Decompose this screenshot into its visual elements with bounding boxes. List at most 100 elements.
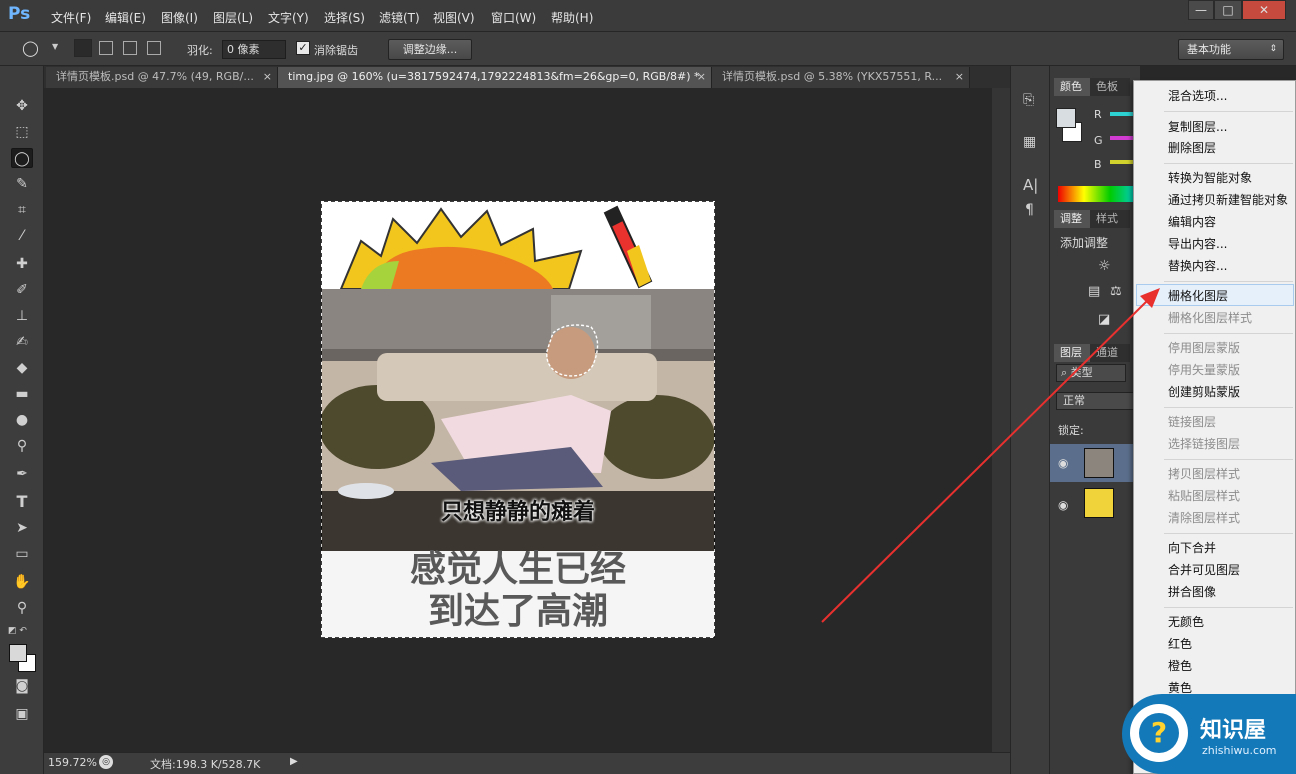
menu-view[interactable]: 视图(V) bbox=[433, 9, 475, 26]
menu-filter[interactable]: 滤镜(T) bbox=[379, 9, 420, 26]
tab-template-5[interactable]: 详情页模板.psd @ 5.38% (YKX57551, R... × bbox=[712, 67, 970, 88]
menu-item-copy-layer-style[interactable]: 拷贝图层样式 bbox=[1168, 465, 1240, 482]
menu-item-select-linked-layers[interactable]: 选择链接图层 bbox=[1168, 435, 1240, 452]
stamp-tool-icon[interactable]: ⊥ bbox=[11, 306, 33, 326]
lasso-preset-icon[interactable]: ◯ bbox=[22, 39, 39, 57]
antialias-checkbox[interactable]: ✓ bbox=[296, 41, 310, 55]
intersect-selection-icon[interactable] bbox=[147, 41, 161, 55]
tab-timg[interactable]: timg.jpg @ 160% (u=3817592474,1792224813… bbox=[278, 67, 712, 88]
minimize-button[interactable]: — bbox=[1188, 0, 1214, 20]
color-spectrum[interactable] bbox=[1058, 186, 1136, 202]
foreground-color-swatch[interactable] bbox=[9, 644, 27, 662]
tab-adjustments[interactable]: 调整 bbox=[1054, 210, 1090, 228]
menu-item-paste-layer-style[interactable]: 粘贴图层样式 bbox=[1168, 487, 1240, 504]
info-icon[interactable]: ◎ bbox=[99, 755, 113, 769]
shape-tool-icon[interactable]: ▭ bbox=[11, 544, 33, 564]
menu-separator bbox=[1164, 333, 1293, 334]
menu-item-no-color[interactable]: 无颜色 bbox=[1168, 613, 1204, 630]
zoom-tool-icon[interactable]: ⚲ bbox=[11, 598, 33, 618]
maximize-button[interactable]: □ bbox=[1214, 0, 1242, 20]
eraser-tool-icon[interactable]: ◆ bbox=[11, 358, 33, 378]
pen-tool-icon[interactable]: ✒ bbox=[11, 464, 33, 484]
close-icon[interactable]: × bbox=[697, 67, 706, 87]
tab-label: 详情页模板.psd @ 47.7% (49, RGB/... bbox=[56, 70, 254, 83]
hand-tool-icon[interactable]: ✋ bbox=[11, 572, 33, 592]
move-tool-icon[interactable]: ✥ bbox=[11, 96, 33, 116]
tab-styles[interactable]: 样式 bbox=[1090, 210, 1130, 228]
play-icon[interactable]: ▶ bbox=[290, 756, 298, 767]
g-slider[interactable] bbox=[1110, 136, 1134, 140]
menu-item-merge-down[interactable]: 向下合并 bbox=[1168, 539, 1216, 556]
quick-select-tool-icon[interactable]: ✎ bbox=[11, 174, 33, 194]
add-adjustment-title: 添加调整 bbox=[1060, 236, 1109, 250]
r-slider[interactable] bbox=[1110, 112, 1134, 116]
b-label: B bbox=[1094, 158, 1102, 171]
crop-tool-icon[interactable]: ⌗ bbox=[11, 200, 33, 220]
menu-item-red[interactable]: 红色 bbox=[1168, 635, 1192, 652]
close-icon[interactable]: × bbox=[955, 67, 964, 87]
3d-icon[interactable]: ▦ bbox=[1023, 134, 1036, 150]
menu-item-rasterize-layer[interactable]: 栅格化图层 bbox=[1168, 287, 1228, 304]
menu-separator bbox=[1164, 459, 1293, 460]
brush-tool-icon[interactable]: ✐ bbox=[11, 280, 33, 300]
menu-help[interactable]: 帮助(H) bbox=[551, 9, 593, 26]
menu-item-merge-visible[interactable]: 合并可见图层 bbox=[1168, 561, 1240, 578]
screen-mode-icon[interactable]: ▣ bbox=[11, 704, 33, 724]
workspace-select[interactable]: 基本功能 ⇕ bbox=[1178, 39, 1284, 60]
menu-item-disable-vector-mask[interactable]: 停用矢量蒙版 bbox=[1168, 361, 1240, 378]
menu-item-new-smart-object-via-copy[interactable]: 通过拷贝新建智能对象 bbox=[1168, 191, 1288, 208]
menu-type[interactable]: 文字(Y) bbox=[268, 9, 309, 26]
status-bar: 159.72% ◎ 文档:198.3 K/528.7K ▶ bbox=[44, 752, 1010, 774]
default-colors-icon[interactable]: ◩ ↶ bbox=[8, 626, 27, 636]
history-icon[interactable]: ⎘ bbox=[1023, 92, 1034, 108]
tab-color[interactable]: 颜色 bbox=[1054, 78, 1090, 96]
eyedropper-tool-icon[interactable]: ⁄ bbox=[11, 226, 33, 246]
paragraph-icon[interactable]: ¶ bbox=[1025, 202, 1034, 218]
menu-item-clear-layer-style[interactable]: 清除图层样式 bbox=[1168, 509, 1240, 526]
menu-item-disable-layer-mask[interactable]: 停用图层蒙版 bbox=[1168, 339, 1240, 356]
quick-mask-icon[interactable]: ◙ bbox=[11, 676, 33, 696]
menu-item-create-clipping-mask[interactable]: 创建剪贴蒙版 bbox=[1168, 383, 1240, 400]
add-selection-icon[interactable] bbox=[99, 41, 113, 55]
menu-item-delete-layer[interactable]: 删除图层 bbox=[1168, 139, 1216, 156]
type-tool-icon[interactable]: T bbox=[11, 492, 33, 512]
chevron-down-icon[interactable]: ▼ bbox=[52, 42, 58, 51]
menu-layer[interactable]: 图层(L) bbox=[213, 9, 253, 26]
new-selection-icon[interactable] bbox=[74, 39, 92, 57]
character-icon[interactable]: A| bbox=[1023, 176, 1038, 194]
menu-item-replace-contents[interactable]: 替换内容... bbox=[1168, 257, 1227, 274]
healing-brush-tool-icon[interactable]: ✚ bbox=[11, 254, 33, 274]
menu-item-flatten-image[interactable]: 拼合图像 bbox=[1168, 583, 1216, 600]
menu-item-edit-contents[interactable]: 编辑内容 bbox=[1168, 213, 1216, 230]
tab-swatches[interactable]: 色板 bbox=[1090, 78, 1130, 96]
zoom-level[interactable]: 159.72% bbox=[48, 756, 97, 769]
lasso-tool-icon[interactable]: ◯ bbox=[11, 148, 33, 168]
tab-template-47[interactable]: 详情页模板.psd @ 47.7% (49, RGB/... × bbox=[46, 67, 278, 88]
menu-file[interactable]: 文件(F) bbox=[51, 9, 91, 26]
refine-edge-button[interactable]: 调整边缘... bbox=[388, 39, 472, 60]
fg-swatch[interactable] bbox=[1056, 108, 1076, 128]
history-brush-tool-icon[interactable]: ✍ bbox=[11, 332, 33, 352]
close-window-button[interactable]: ✕ bbox=[1242, 0, 1286, 20]
dodge-tool-icon[interactable]: ⚲ bbox=[11, 436, 33, 456]
menu-select[interactable]: 选择(S) bbox=[324, 9, 365, 26]
menu-item-rasterize-layer-style[interactable]: 栅格化图层样式 bbox=[1168, 309, 1252, 326]
feather-input[interactable]: 0 像素 bbox=[222, 40, 286, 59]
subtract-selection-icon[interactable] bbox=[123, 41, 137, 55]
menu-item-duplicate-layer[interactable]: 复制图层... bbox=[1168, 118, 1227, 135]
marquee-tool-icon[interactable]: ⬚ bbox=[11, 122, 33, 142]
menu-item-link-layers[interactable]: 链接图层 bbox=[1168, 413, 1216, 430]
close-icon[interactable]: × bbox=[263, 67, 272, 87]
path-select-tool-icon[interactable]: ➤ bbox=[11, 518, 33, 538]
blur-tool-icon[interactable]: ● bbox=[11, 410, 33, 430]
menu-window[interactable]: 窗口(W) bbox=[491, 9, 536, 26]
brightness-icon[interactable]: ☼ bbox=[1098, 258, 1111, 274]
menu-item-export-contents[interactable]: 导出内容... bbox=[1168, 235, 1227, 252]
menu-item-convert-smart-object[interactable]: 转换为智能对象 bbox=[1168, 169, 1252, 186]
menu-item-orange[interactable]: 橙色 bbox=[1168, 657, 1192, 674]
menu-item-blending-options[interactable]: 混合选项... bbox=[1168, 87, 1227, 104]
b-slider[interactable] bbox=[1110, 160, 1134, 164]
gradient-tool-icon[interactable]: ▬ bbox=[11, 384, 33, 404]
menu-image[interactable]: 图像(I) bbox=[161, 9, 198, 26]
menu-edit[interactable]: 编辑(E) bbox=[105, 9, 146, 26]
